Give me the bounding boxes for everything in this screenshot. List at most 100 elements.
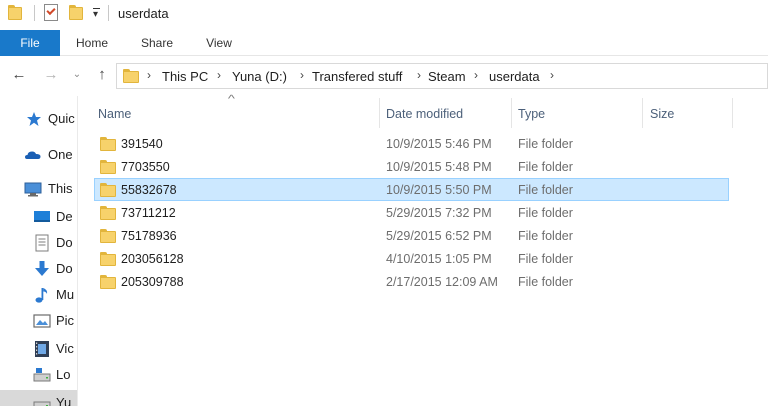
column-divider[interactable] [511, 98, 512, 128]
nav-item-onedrive[interactable]: One [0, 142, 77, 168]
nav-item-quick-access[interactable]: Quic [0, 106, 77, 132]
file-row[interactable]: 7703550 10/9/2015 5:48 PM File folder [94, 155, 729, 178]
file-date-modified: 4/10/2015 1:05 PM [386, 252, 492, 266]
address-row: ← → ⌄ ↑ › This PC › Yuna (D:) › Transfer… [0, 56, 768, 96]
nav-item-label: Vic [56, 341, 74, 356]
title-bar: ▾ userdata [0, 0, 768, 30]
file-type: File folder [518, 137, 573, 151]
breadcrumb-separator[interactable]: › [147, 68, 151, 82]
file-date-modified: 10/9/2015 5:48 PM [386, 160, 492, 174]
nav-item-label: Lo [56, 367, 71, 382]
file-type: File folder [518, 229, 573, 243]
file-row-selected[interactable]: 55832678 10/9/2015 5:50 PM File folder [94, 178, 729, 201]
file-list: ^ Name Date modified Type Size 391540 10… [79, 94, 768, 406]
column-divider[interactable] [732, 98, 733, 128]
tab-file[interactable]: File [0, 30, 60, 56]
breadcrumb-separator[interactable]: › [417, 68, 421, 82]
breadcrumb-separator[interactable]: › [550, 68, 554, 82]
file-row[interactable]: 203056128 4/10/2015 1:05 PM File folder [94, 247, 729, 270]
nav-item-label: Pic [56, 313, 75, 328]
file-type: File folder [518, 275, 573, 289]
nav-item-downloads[interactable]: Do [0, 256, 77, 282]
toolbar-divider [34, 5, 35, 21]
file-type: File folder [518, 206, 573, 220]
file-name: 55832678 [121, 183, 177, 197]
music-icon [35, 288, 48, 303]
file-name: 73711212 [121, 206, 176, 220]
file-name: 75178936 [121, 229, 177, 243]
properties-icon[interactable] [44, 4, 58, 21]
folder-icon [100, 160, 116, 174]
back-button[interactable]: ← [10, 66, 28, 84]
breadcrumb-separator[interactable]: › [217, 68, 221, 82]
document-icon [35, 234, 49, 252]
tab-share[interactable]: Share [133, 30, 181, 56]
customize-dropdown-icon[interactable]: ▾ [93, 8, 100, 20]
folder-icon[interactable] [8, 5, 22, 20]
column-header-name[interactable]: Name [94, 102, 381, 126]
file-row[interactable]: 75178936 5/29/2015 6:52 PM File folder [94, 224, 729, 247]
file-row[interactable]: 73711212 5/29/2015 7:32 PM File folder [94, 201, 729, 224]
breadcrumb-separator[interactable]: › [300, 68, 304, 82]
file-date-modified: 10/9/2015 5:46 PM [386, 137, 492, 151]
column-header-size[interactable]: Size [646, 102, 732, 126]
tab-view[interactable]: View [196, 30, 242, 56]
file-type: File folder [518, 160, 573, 174]
file-name: 205309788 [121, 275, 184, 289]
breadcrumb-transfered-stuff[interactable]: Transfered stuff [312, 69, 402, 84]
videos-icon [35, 341, 49, 357]
file-date-modified: 5/29/2015 7:32 PM [386, 206, 492, 220]
nav-item-label: One [48, 147, 73, 162]
file-type: File folder [518, 252, 573, 266]
nav-item-label: Quic [48, 111, 75, 126]
nav-item-music[interactable]: Mu [0, 282, 77, 308]
cloud-icon [25, 151, 41, 159]
folder-icon [100, 229, 116, 243]
folder-icon [100, 137, 116, 151]
nav-item-pictures[interactable]: Pic [0, 308, 77, 334]
up-button[interactable]: ↑ [93, 66, 111, 84]
recent-locations-button[interactable]: ⌄ [68, 66, 86, 84]
breadcrumb-steam[interactable]: Steam [428, 69, 466, 84]
address-bar[interactable]: › This PC › Yuna (D:) › Transfered stuff… [116, 63, 768, 89]
file-name: 7703550 [121, 160, 170, 174]
tab-home[interactable]: Home [68, 30, 116, 56]
nav-item-this-pc[interactable]: This [0, 176, 77, 202]
file-date-modified: 10/9/2015 5:50 PM [386, 183, 492, 197]
nav-item-label: Do [56, 235, 73, 250]
file-date-modified: 5/29/2015 6:52 PM [386, 229, 492, 243]
breadcrumb-this-pc[interactable]: This PC [162, 69, 208, 84]
file-date-modified: 2/17/2015 12:09 AM [386, 275, 498, 289]
download-icon [35, 261, 49, 276]
column-divider[interactable] [379, 98, 380, 128]
file-name: 203056128 [121, 252, 184, 266]
nav-item-documents[interactable]: Do [0, 230, 77, 256]
nav-item-desktop[interactable]: De [0, 204, 77, 230]
column-header-date-modified[interactable]: Date modified [382, 102, 512, 126]
file-row[interactable]: 391540 10/9/2015 5:46 PM File folder [94, 132, 729, 155]
breadcrumb-userdata[interactable]: userdata [489, 69, 540, 84]
column-divider[interactable] [642, 98, 643, 128]
window-title: userdata [118, 6, 169, 21]
new-folder-icon[interactable] [69, 5, 83, 20]
file-row[interactable]: 205309788 2/17/2015 12:09 AM File folder [94, 270, 729, 293]
computer-icon [24, 182, 42, 197]
folder-icon [123, 69, 139, 83]
nav-item-label: De [56, 209, 73, 224]
local-disk-icon [33, 368, 51, 382]
ribbon-tabs: File Home Share View [0, 30, 768, 56]
pictures-icon [33, 314, 51, 328]
star-icon [27, 112, 41, 126]
column-header-type[interactable]: Type [514, 102, 642, 126]
folder-icon [100, 275, 116, 289]
drive-icon [33, 401, 51, 406]
nav-item-videos[interactable]: Vic [0, 336, 77, 362]
breadcrumb-drive[interactable]: Yuna (D:) [232, 69, 287, 84]
folder-icon [100, 252, 116, 266]
forward-button[interactable]: → [42, 66, 60, 84]
nav-item-label: Mu [56, 287, 75, 302]
nav-item-label: Yu [56, 395, 72, 406]
nav-item-local-disk[interactable]: Lo [0, 362, 77, 388]
nav-item-yuna-drive[interactable]: Yu [0, 390, 77, 406]
breadcrumb-separator[interactable]: › [474, 68, 478, 82]
